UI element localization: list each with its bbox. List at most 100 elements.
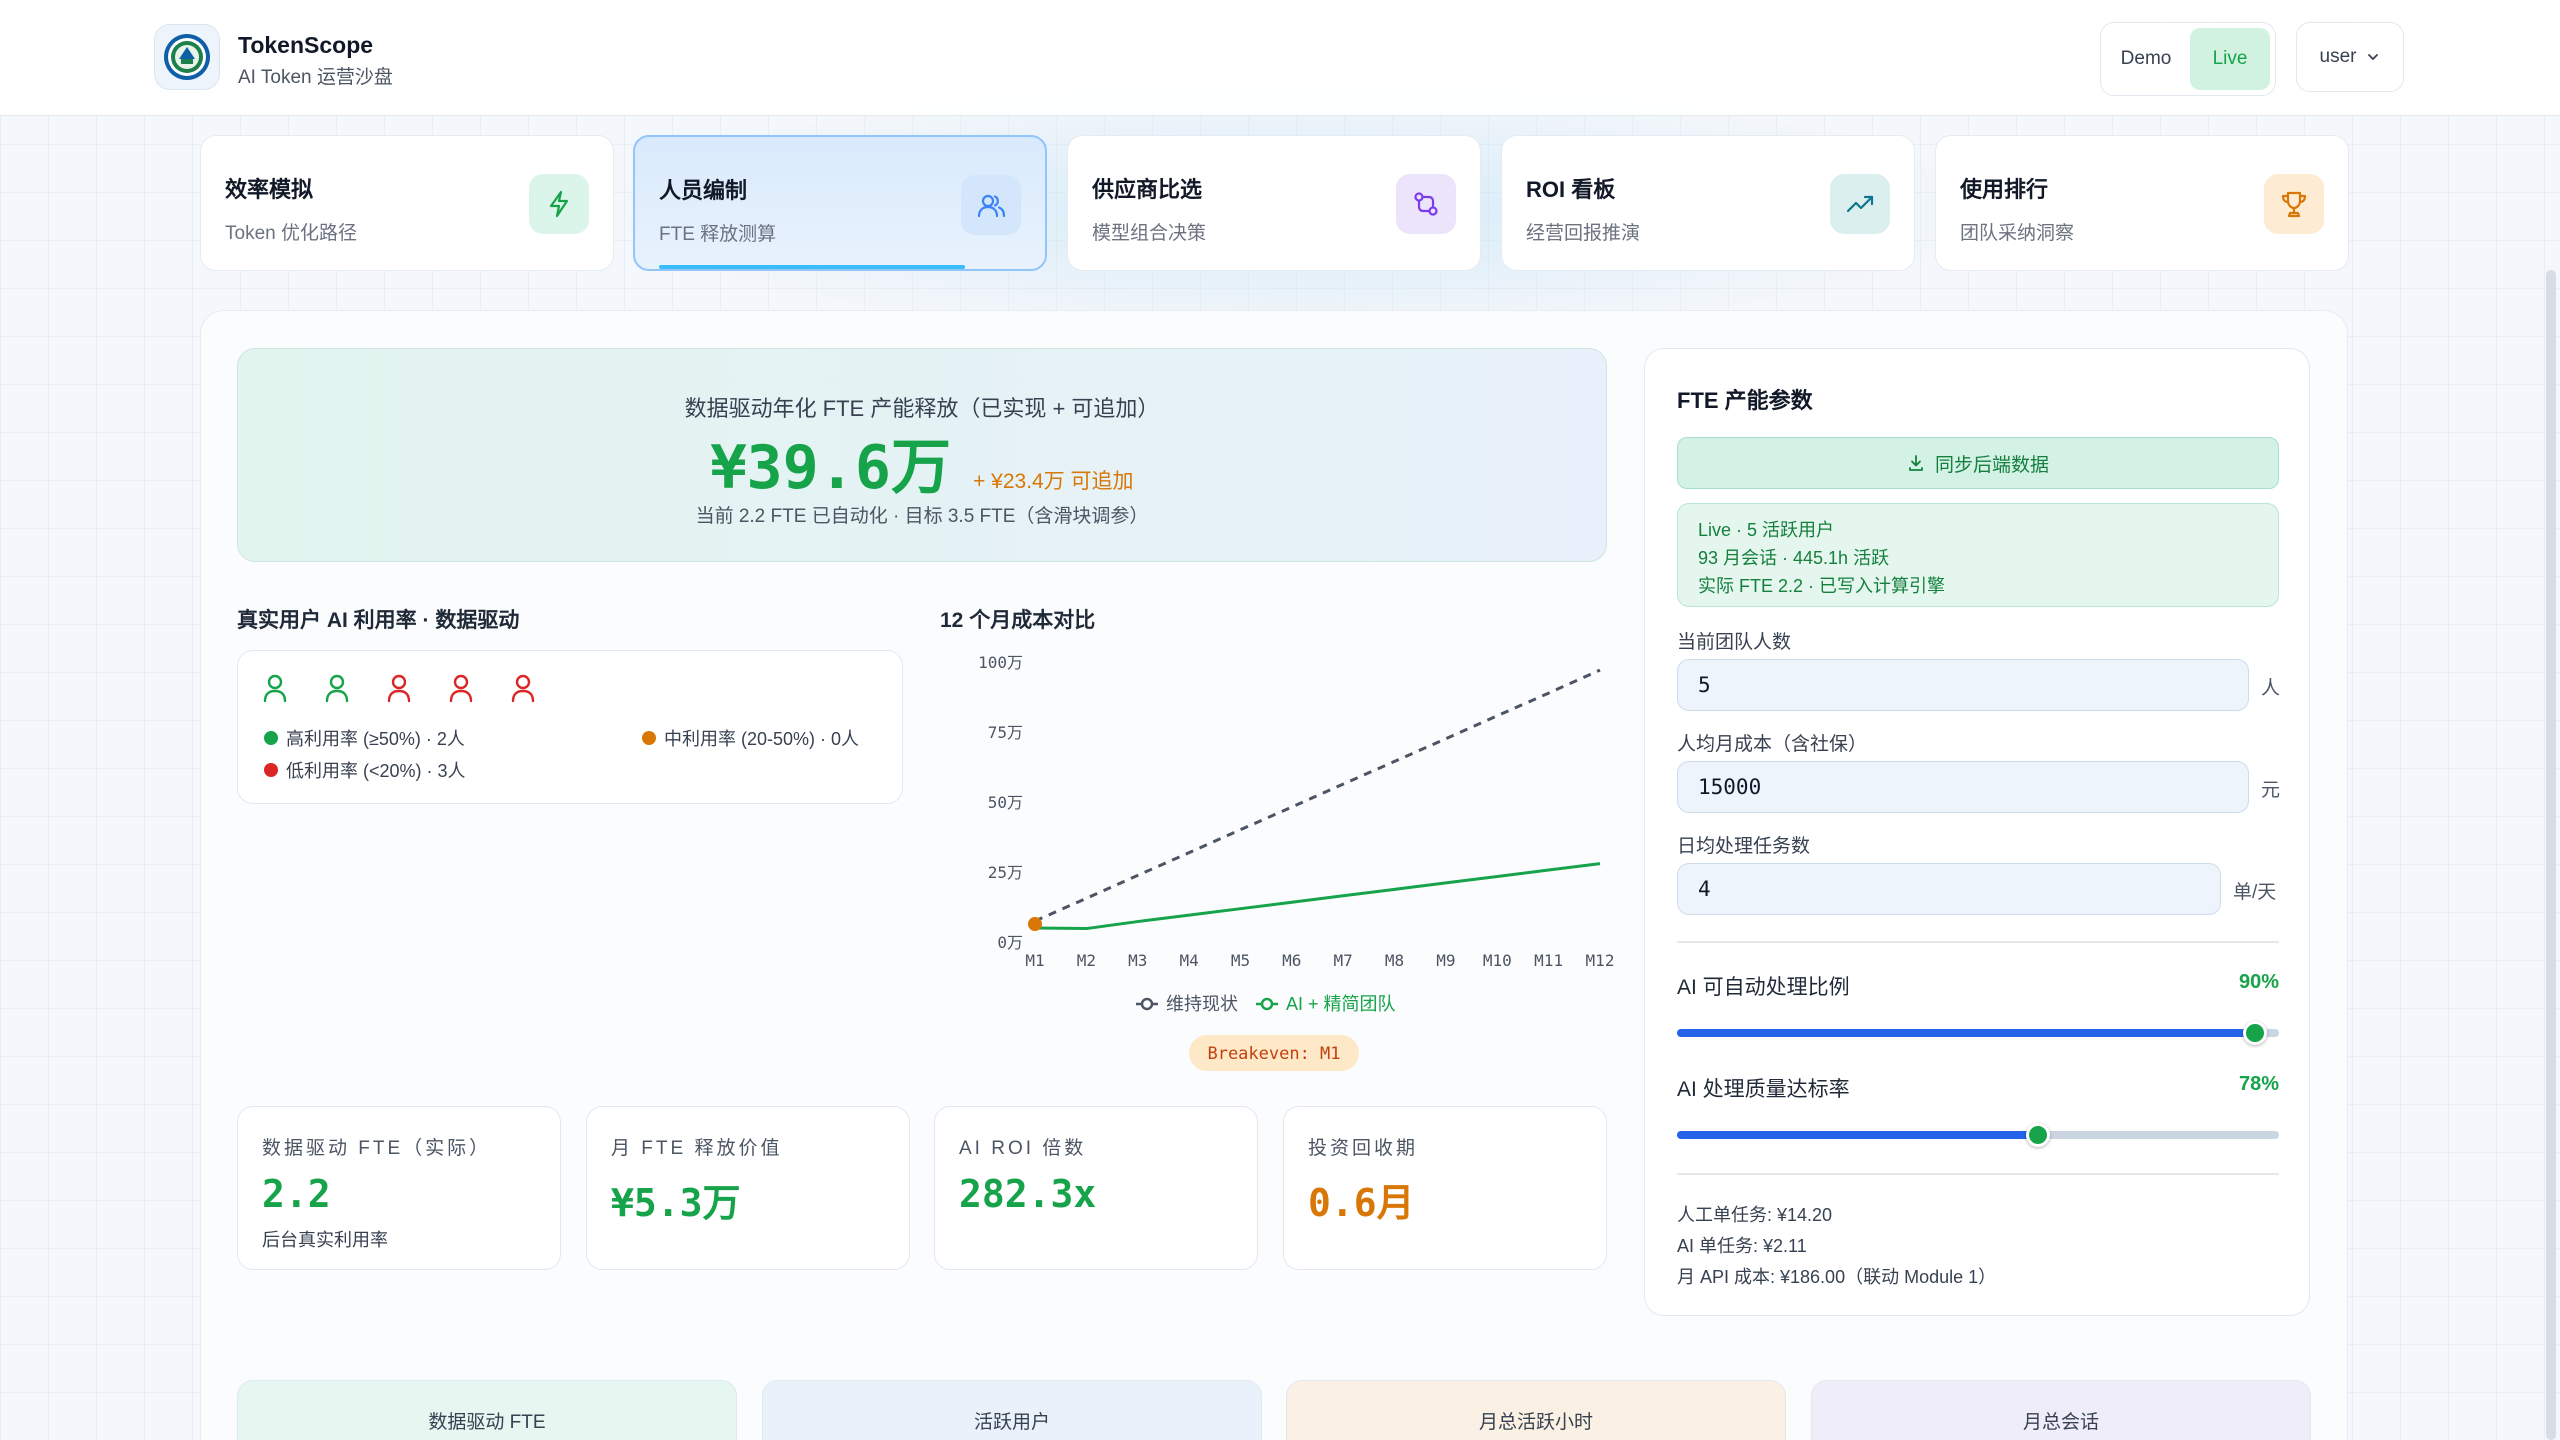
quality-fill <box>1677 1131 2039 1139</box>
x-tick-label: M8 <box>1385 951 1404 970</box>
stat-card: 月总活跃小时 <box>1286 1380 1786 1440</box>
logo-emblem-icon <box>164 34 210 80</box>
metric-label: 数据驱动 FTE（实际） <box>262 1138 492 1159</box>
auto-ratio-fill <box>1677 1029 2255 1037</box>
stat-label: 月总活跃小时 <box>1478 1412 1593 1433</box>
legend-label-1: AI + 精简团队 <box>1286 994 1396 1014</box>
salary-unit: 元 <box>2261 780 2281 801</box>
tab-icon-box <box>2264 174 2324 234</box>
salary-label: 人均月成本（含社保） <box>1677 734 1868 755</box>
legend-low-utilization: 低利用率 (<20%) · 3人 <box>264 757 466 783</box>
auto-ratio-thumb[interactable] <box>2242 1021 2267 1045</box>
brand-subtitle: AI Token 运营沙盘 <box>238 67 393 88</box>
hero-value: ¥39.6万 <box>710 433 952 503</box>
metric-card: 投资回收期 0.6月 <box>1283 1106 1607 1270</box>
quality-label: AI 处理质量达标率 <box>1677 1078 1850 1101</box>
team-size-label: 当前团队人数 <box>1677 632 1792 653</box>
x-tick-label: M7 <box>1334 951 1353 970</box>
hero-summary-card: 数据驱动年化 FTE 产能释放（已实现 + 可追加） ¥39.6万 + ¥23.… <box>237 348 1607 562</box>
y-tick-label: 50万 <box>988 793 1023 812</box>
lightning-icon <box>549 190 569 218</box>
chevron-down-icon <box>2368 54 2379 61</box>
legend-high-label: 高利用率 (≥50%) · 2人 <box>286 729 465 749</box>
user-menu-button[interactable]: user <box>2296 22 2404 92</box>
tab-icon-box <box>529 174 589 234</box>
legend-high-utilization: 高利用率 (≥50%) · 2人 <box>264 725 465 751</box>
metric-value: 282.3x <box>959 1172 1097 1216</box>
live-status-line-2: 93 月会话 · 445.1h 活跃 <box>1698 548 1890 568</box>
y-tick-label: 25万 <box>988 863 1023 882</box>
legend-low-dot <box>264 763 278 777</box>
sync-backend-button[interactable]: 同步后端数据 <box>1677 437 2279 489</box>
x-tick-label: M3 <box>1128 951 1147 970</box>
legend-mid-utilization: 中利用率 (20-50%) · 0人 <box>642 725 859 751</box>
tab-1[interactable]: 人员编制 FTE 释放测算 <box>633 135 1047 271</box>
cost-comparison-chart: 0万 25万 50万 75万 100万 M1 M2 M3 M4 M5 M6 M7 M8 M9 M10 M11 M… <box>978 653 1615 1071</box>
x-tick-label: M5 <box>1231 951 1250 970</box>
breakeven-point <box>1028 917 1042 931</box>
x-tick-label: M1 <box>1025 951 1044 970</box>
mode-toggle: Demo Live <box>2100 22 2276 96</box>
auto-ratio-value: 90% <box>2238 971 2279 993</box>
parameter-panel-title: FTE 产能参数 <box>1677 388 1813 413</box>
auto-ratio-slider[interactable] <box>1677 1021 2279 1045</box>
demo-mode-button[interactable]: Demo <box>2106 28 2186 90</box>
x-tick-label: M12 <box>1586 951 1615 970</box>
series-line-1 <box>1034 862 1601 931</box>
stat-label: 月总会话 <box>2022 1412 2099 1433</box>
ai-task-cost: AI 单任务: ¥2.11 <box>1677 1236 1807 1256</box>
sync-backend-label: 同步后端数据 <box>1934 454 2049 476</box>
y-tick-label: 0万 <box>997 933 1023 952</box>
breakeven-label: Breakeven: M1 <box>1207 1044 1340 1064</box>
quality-slider[interactable] <box>1677 1123 2279 1147</box>
user-icon <box>448 673 474 708</box>
metric-card: 月 FTE 释放价值 ¥5.3万 <box>586 1106 910 1270</box>
tab-2[interactable]: 供应商比选 模型组合决策 <box>1067 135 1481 271</box>
x-tick-label: M2 <box>1077 951 1096 970</box>
tab-icon-box <box>961 175 1021 235</box>
top-header: TokenScope AI Token 运营沙盘 Demo Live user <box>0 0 2560 116</box>
legend-low-label: 低利用率 (<20%) · 3人 <box>286 761 466 781</box>
legend-marker-1 <box>1260 997 1274 1011</box>
metric-label: 投资回收期 <box>1308 1138 1419 1159</box>
tab-icon-box <box>1396 174 1456 234</box>
legend-marker-0 <box>1140 997 1154 1011</box>
metric-subtext: 后台真实利用率 <box>262 1230 388 1250</box>
tab-0[interactable]: 效率模拟 Token 优化路径 <box>200 135 614 271</box>
quality-thumb[interactable] <box>2026 1123 2051 1147</box>
tab-4[interactable]: 使用排行 团队采纳洞察 <box>1935 135 2349 271</box>
tab-3[interactable]: ROI 看板 经营回报推演 <box>1501 135 1915 271</box>
legend-high-dot <box>264 731 278 745</box>
salary-input[interactable] <box>1677 761 2249 813</box>
stat-card: 月总会话 <box>1811 1380 2311 1440</box>
metric-value: ¥5.3万 <box>611 1181 741 1225</box>
stat-card: 数据驱动 FTE <box>237 1380 737 1440</box>
metric-value: 2.2 <box>262 1172 331 1216</box>
user-icon <box>386 673 412 708</box>
metric-label: 月 FTE 释放价值 <box>611 1138 783 1159</box>
daily-tasks-unit: 单/天 <box>2233 882 2277 903</box>
utilization-section-title: 真实用户 AI 利用率 · 数据驱动 <box>237 609 520 632</box>
users-icon <box>977 194 1006 218</box>
y-tick-label: 75万 <box>988 723 1023 742</box>
metric-value: 0.6月 <box>1308 1181 1415 1225</box>
app-logo <box>154 24 220 90</box>
stat-label: 数据驱动 FTE <box>428 1412 546 1433</box>
legend-mid-dot <box>642 731 656 745</box>
download-icon <box>1909 455 1923 471</box>
user-icon <box>510 673 536 708</box>
daily-tasks-label: 日均处理任务数 <box>1677 836 1811 857</box>
live-status-line-1: Live · 5 活跃用户 <box>1698 520 1835 540</box>
hero-note: 当前 2.2 FTE 已自动化 · 目标 3.5 FTE（含滑块调参） <box>695 506 1149 527</box>
x-tick-label: M11 <box>1534 951 1563 970</box>
daily-tasks-input[interactable] <box>1677 863 2221 915</box>
user-icon <box>262 673 288 708</box>
page-scrollbar[interactable] <box>2546 270 2556 1440</box>
metric-label: AI ROI 倍数 <box>959 1138 1087 1159</box>
chart-title: 12 个月成本对比 <box>940 609 1096 632</box>
live-mode-button[interactable]: Live <box>2190 28 2270 90</box>
quality-value: 78% <box>2238 1073 2279 1095</box>
team-size-input[interactable] <box>1677 659 2249 711</box>
monthly-api-cost: 月 API 成本: ¥186.00（联动 Module 1） <box>1677 1267 1997 1287</box>
x-tick-label: M9 <box>1436 951 1455 970</box>
